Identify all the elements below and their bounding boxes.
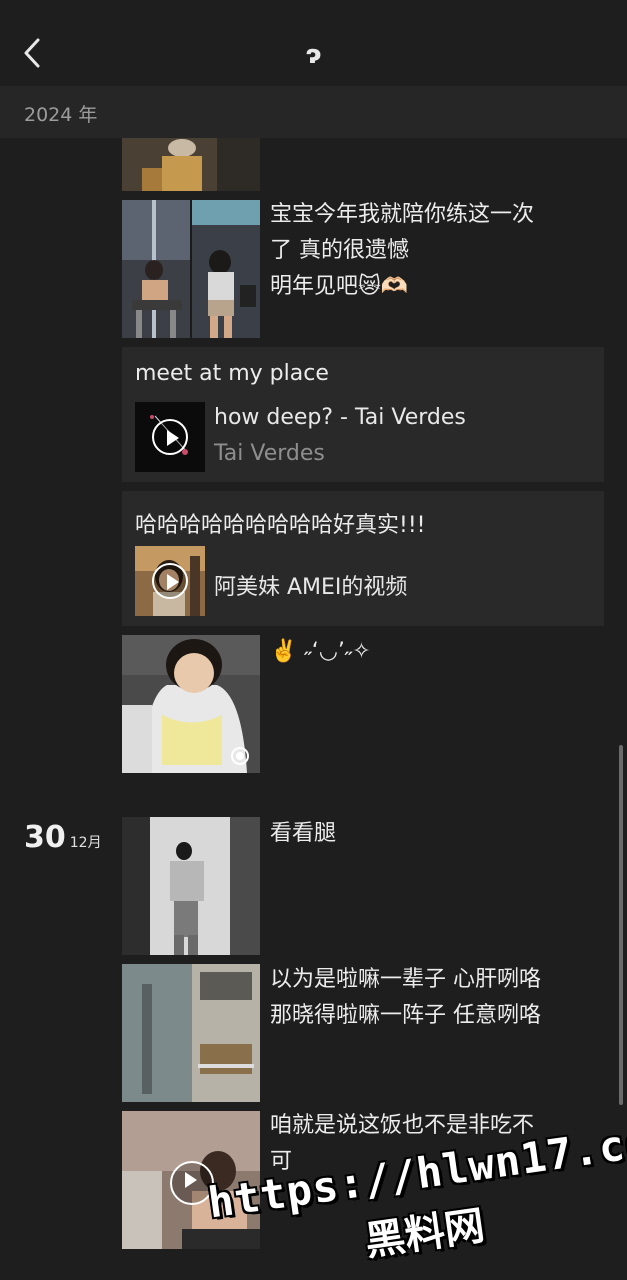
post-text-line: 那晓得啦嘛一阵子 任意咧咯	[270, 1003, 541, 1028]
post-text-line: 明年见吧😿🫶🏻	[270, 274, 409, 299]
post-text-line: 以为是啦嘛一辈子 心肝咧咯	[270, 967, 541, 992]
post-thumbnail[interactable]	[122, 138, 260, 191]
watermark: https://hlwn17.com 黑料网	[202, 1102, 627, 1280]
date-day: 30	[24, 820, 66, 855]
photo-image	[122, 817, 260, 955]
post-text: meet at my place	[135, 361, 329, 386]
post-text: ✌️ ˶‘◡’˶✧	[270, 634, 371, 670]
post-thumbnail[interactable]	[122, 964, 260, 1102]
post-text: 宝宝今年我就陪你练这一次 了 真的很遗憾 明年见吧😿🫶🏻	[270, 197, 534, 305]
music-artist: Tai Verdes	[214, 441, 325, 466]
date-month: 12月	[69, 835, 102, 851]
post-text-line: ✌️ ˶‘◡’˶✧	[270, 639, 371, 664]
video-cover	[135, 546, 205, 616]
top-bar: ɂ	[0, 0, 627, 86]
post-thumbnail[interactable]	[122, 200, 260, 338]
photo-image	[122, 200, 260, 338]
watermark-name: 黑料网	[362, 1202, 488, 1266]
post-text-line: 了 真的很遗憾	[270, 238, 409, 263]
live-photo-icon	[231, 747, 249, 765]
play-icon[interactable]	[152, 419, 188, 455]
video-share-card[interactable]: 哈哈哈哈哈哈哈哈哈好真实!!! 阿美妹 AMEI的视频	[122, 491, 604, 626]
date-label: 30 12月	[24, 820, 102, 855]
play-icon[interactable]	[152, 563, 188, 599]
music-share-card[interactable]: meet at my place how deep? - Tai Verdes …	[122, 347, 604, 482]
post-text-line: 看看腿	[270, 821, 337, 846]
photo-image	[122, 964, 260, 1102]
post-thumbnail[interactable]	[122, 817, 260, 955]
post-text: 哈哈哈哈哈哈哈哈哈好真实!!!	[135, 513, 426, 538]
post-text: 以为是啦嘛一辈子 心肝咧咯 那晓得啦嘛一阵子 任意咧咯	[270, 962, 541, 1034]
year-header: 2024 年	[0, 86, 627, 138]
video-title: 阿美妹 AMEI的视频	[214, 575, 408, 600]
photo-image	[122, 138, 260, 191]
page-title: ɂ	[305, 40, 322, 70]
scrollbar[interactable]	[619, 745, 623, 1105]
post-text: 看看腿	[270, 816, 336, 852]
album-cover	[135, 402, 205, 472]
music-title: how deep? - Tai Verdes	[214, 405, 466, 430]
year-label: 2024 年	[24, 104, 98, 126]
post-thumbnail[interactable]	[122, 635, 260, 773]
post-text-line: 宝宝今年我就陪你练这一次	[270, 202, 535, 227]
